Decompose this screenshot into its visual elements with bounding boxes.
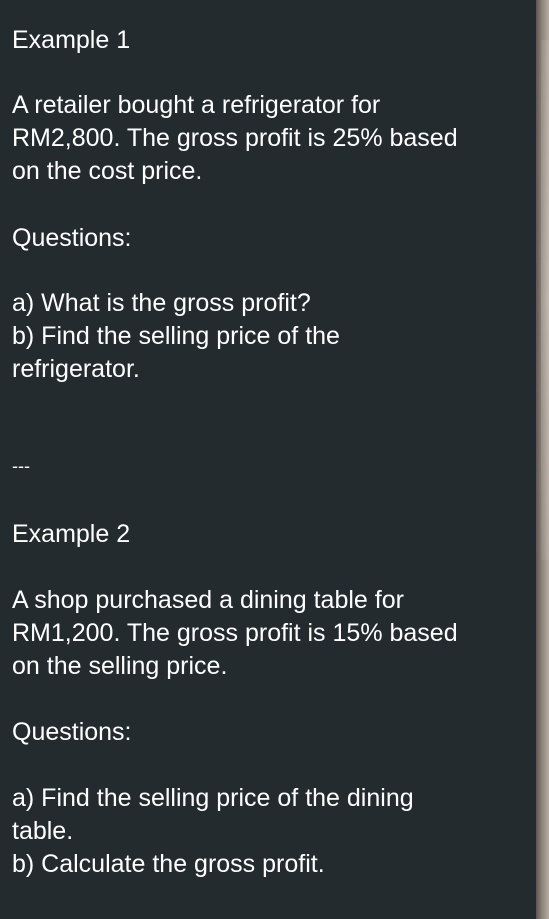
example-2-body-line: A shop purchased a dining table for: [12, 586, 404, 614]
example-1-body-line: A retailer bought a refrigerator for: [12, 91, 381, 119]
example-1-heading: Example 1: [12, 26, 131, 54]
example-1-question-line: refrigerator.: [12, 355, 140, 383]
example-2-questions-label: Questions:: [12, 718, 132, 746]
example-1-question-line: b) Find the selling price of the: [12, 322, 340, 350]
example-1-questions-label: Questions:: [12, 224, 132, 252]
example-2-body-line: on the selling price.: [12, 652, 228, 680]
example-1-body-line: on the cost price.: [12, 157, 203, 185]
message-text: Example 1 A retailer bought a refrigerat…: [0, 0, 536, 919]
example-1-body-line: RM2,800. The gross profit is 25% based: [12, 124, 458, 152]
example-2-question-line: a) Find the selling price of the dining: [12, 784, 414, 812]
example-2-body-line: RM1,200. The gross profit is 15% based: [12, 619, 458, 647]
separator: ---: [12, 456, 30, 476]
example-1-question-line: a) What is the gross profit?: [12, 289, 311, 317]
screen: Example 1 A retailer bought a refrigerat…: [0, 0, 549, 919]
example-2-heading: Example 2: [12, 520, 131, 548]
example-2-question-line: b) Calculate the gross profit.: [12, 850, 325, 878]
background-edge-highlight: [541, 40, 549, 560]
example-2-question-line: table.: [12, 817, 74, 845]
